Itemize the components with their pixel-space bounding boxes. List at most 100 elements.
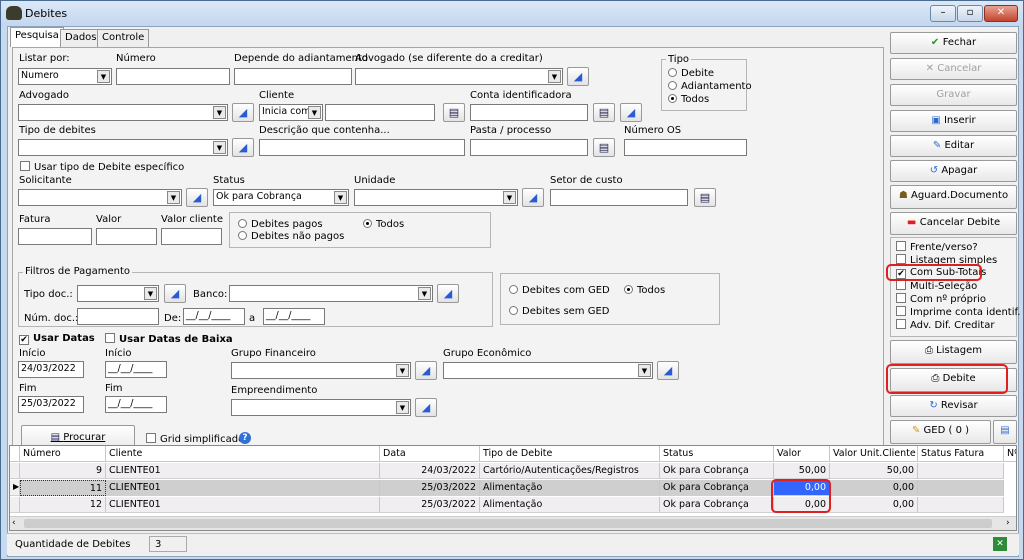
col-numero[interactable]: Número: [20, 446, 106, 462]
listagem-button[interactable]: ⎙ Listagem: [890, 340, 1017, 364]
table-cell[interactable]: 25/03/2022: [380, 480, 480, 496]
tipo-debites-select[interactable]: ▼: [18, 139, 228, 156]
inserir-button[interactable]: ▣ Inserir: [890, 110, 1017, 132]
eraser-icon[interactable]: ◢: [657, 361, 679, 380]
imprime-conta-checkbox[interactable]: Imprime conta identif.: [896, 306, 1020, 318]
gravar-button[interactable]: Gravar: [890, 84, 1017, 106]
num-doc-input[interactable]: [77, 308, 159, 325]
eraser-icon[interactable]: ◢: [164, 284, 186, 303]
col-numero-extra[interactable]: Nº: [1004, 446, 1016, 462]
usar-datas-baixa-checkbox[interactable]: Usar Datas de Baixa: [105, 333, 233, 345]
scanner-icon[interactable]: ▤: [993, 420, 1017, 444]
ged-button[interactable]: ✎ GED ( 0 ): [890, 420, 991, 444]
lookup-icon[interactable]: ▤: [443, 103, 465, 122]
eraser-icon[interactable]: ◢: [415, 361, 437, 380]
cancelar-button[interactable]: ✕ Cancelar: [890, 58, 1017, 80]
eraser-icon[interactable]: ◢: [186, 188, 208, 207]
solicitante-select[interactable]: ▼: [18, 189, 182, 206]
scrollbar-thumb[interactable]: [24, 519, 992, 528]
table-cell[interactable]: [918, 463, 1004, 479]
table-cell[interactable]: Cartório/Autenticações/Registros: [480, 463, 660, 479]
numero-os-input[interactable]: [624, 139, 747, 156]
radio-adiantamento[interactable]: Adiantamento: [668, 81, 752, 92]
multi-selecao-checkbox[interactable]: Multi-Seleção: [896, 280, 977, 292]
apagar-button[interactable]: ↺ Apagar: [890, 160, 1017, 182]
setor-input[interactable]: [550, 189, 688, 206]
valor-cliente-input[interactable]: [161, 228, 222, 245]
radio-debites-pagos[interactable]: Debites pagos: [238, 219, 323, 230]
table-cell[interactable]: 11: [20, 480, 106, 496]
editar-button[interactable]: ✎ Editar: [890, 135, 1017, 157]
revisar-button[interactable]: ↻ Revisar: [890, 395, 1017, 417]
pasta-input[interactable]: [470, 139, 588, 156]
numero-input[interactable]: [116, 68, 230, 85]
table-cell[interactable]: [918, 480, 1004, 496]
table-cell[interactable]: 50,00: [830, 463, 918, 479]
valor-input[interactable]: [96, 228, 157, 245]
table-cell[interactable]: Ok para Cobrança: [660, 463, 774, 479]
col-valor[interactable]: Valor: [774, 446, 830, 462]
radio-debite[interactable]: Debite: [668, 68, 714, 79]
advogado-diff-select[interactable]: ▼: [355, 68, 563, 85]
col-tipo-debite[interactable]: Tipo de Debite: [480, 446, 660, 462]
eraser-icon[interactable]: ◢: [620, 103, 642, 122]
eraser-icon[interactable]: ◢: [567, 67, 589, 86]
close-button[interactable]: ✕: [984, 5, 1018, 22]
table-cell[interactable]: 0,00: [830, 497, 918, 513]
maximize-button[interactable]: ▫: [957, 5, 983, 22]
table-cell[interactable]: Alimentação: [480, 497, 660, 513]
table-cell[interactable]: CLIENTE01: [106, 463, 380, 479]
descricao-input[interactable]: [259, 139, 465, 156]
status-select[interactable]: Ok para Cobrança ▼: [213, 189, 349, 206]
table-cell[interactable]: 9: [20, 463, 106, 479]
table-cell[interactable]: 50,00: [774, 463, 830, 479]
table-cell[interactable]: Alimentação: [480, 480, 660, 496]
row-indicator[interactable]: [10, 497, 20, 513]
tab-controle[interactable]: Controle: [97, 29, 150, 47]
tab-dados[interactable]: Dados: [60, 29, 102, 47]
col-data[interactable]: Data: [380, 446, 480, 462]
table-cell[interactable]: CLIENTE01: [106, 497, 380, 513]
banco-select[interactable]: ▼: [229, 285, 433, 302]
depende-input[interactable]: [234, 68, 352, 85]
table-cell[interactable]: 12: [20, 497, 106, 513]
unidade-select[interactable]: ▼: [354, 189, 518, 206]
radio-ged-todos[interactable]: Todos: [624, 285, 665, 296]
col-status-fatura[interactable]: Status Fatura: [918, 446, 1004, 462]
com-numero-proprio-checkbox[interactable]: Com nº próprio: [896, 293, 986, 305]
table-cell[interactable]: Ok para Cobrança: [660, 480, 774, 496]
usar-datas-checkbox[interactable]: ✔ Usar Datas: [19, 333, 95, 345]
lookup-icon[interactable]: ▤: [593, 103, 615, 122]
table-cell[interactable]: [918, 497, 1004, 513]
inicio-baixa-input[interactable]: __/__/____: [105, 361, 167, 378]
col-valor-unit[interactable]: Valor Unit.Cliente: [830, 446, 918, 462]
help-icon[interactable]: ?: [239, 432, 251, 444]
eraser-icon[interactable]: ◢: [232, 103, 254, 122]
radio-todos-tipo[interactable]: Todos: [668, 94, 709, 105]
cancelar-debite-button[interactable]: ▬ Cancelar Debite: [890, 212, 1017, 235]
radio-ged-sem[interactable]: Debites sem GED: [509, 306, 610, 317]
frente-verso-checkbox[interactable]: Frente/verso?: [896, 241, 978, 253]
cliente-input[interactable]: [325, 104, 435, 121]
empreendimento-select[interactable]: ▼: [231, 399, 411, 416]
radio-debites-nao-pagos[interactable]: Debites não pagos: [238, 231, 344, 242]
col-cliente[interactable]: Cliente: [106, 446, 380, 462]
grid-simplificado-checkbox[interactable]: Grid simplificado: [146, 433, 244, 445]
fim-date-input[interactable]: 25/03/2022: [18, 396, 84, 413]
tipo-doc-select[interactable]: ▼: [77, 285, 159, 302]
scroll-left-icon[interactable]: ‹: [12, 518, 16, 528]
adv-dif-creditar-checkbox[interactable]: Adv. Dif. Creditar: [896, 319, 994, 331]
eraser-icon[interactable]: ◢: [522, 188, 544, 207]
row-pointer-icon[interactable]: ▶: [10, 480, 20, 496]
eraser-icon[interactable]: ◢: [437, 284, 459, 303]
listar-por-select[interactable]: Numero ▼: [18, 68, 112, 85]
tab-pesquisa[interactable]: Pesquisa: [10, 27, 64, 47]
fatura-input[interactable]: [18, 228, 92, 245]
table-cell[interactable]: CLIENTE01: [106, 480, 380, 496]
inicio-date-input[interactable]: 24/03/2022: [18, 361, 84, 378]
usar-tipo-checkbox[interactable]: Usar tipo de Debite específico: [20, 161, 184, 173]
eraser-icon[interactable]: ◢: [232, 138, 254, 157]
grupo-financeiro-select[interactable]: ▼: [231, 362, 411, 379]
conta-input[interactable]: [470, 104, 588, 121]
radio-todos-pagos[interactable]: Todos: [363, 219, 404, 230]
